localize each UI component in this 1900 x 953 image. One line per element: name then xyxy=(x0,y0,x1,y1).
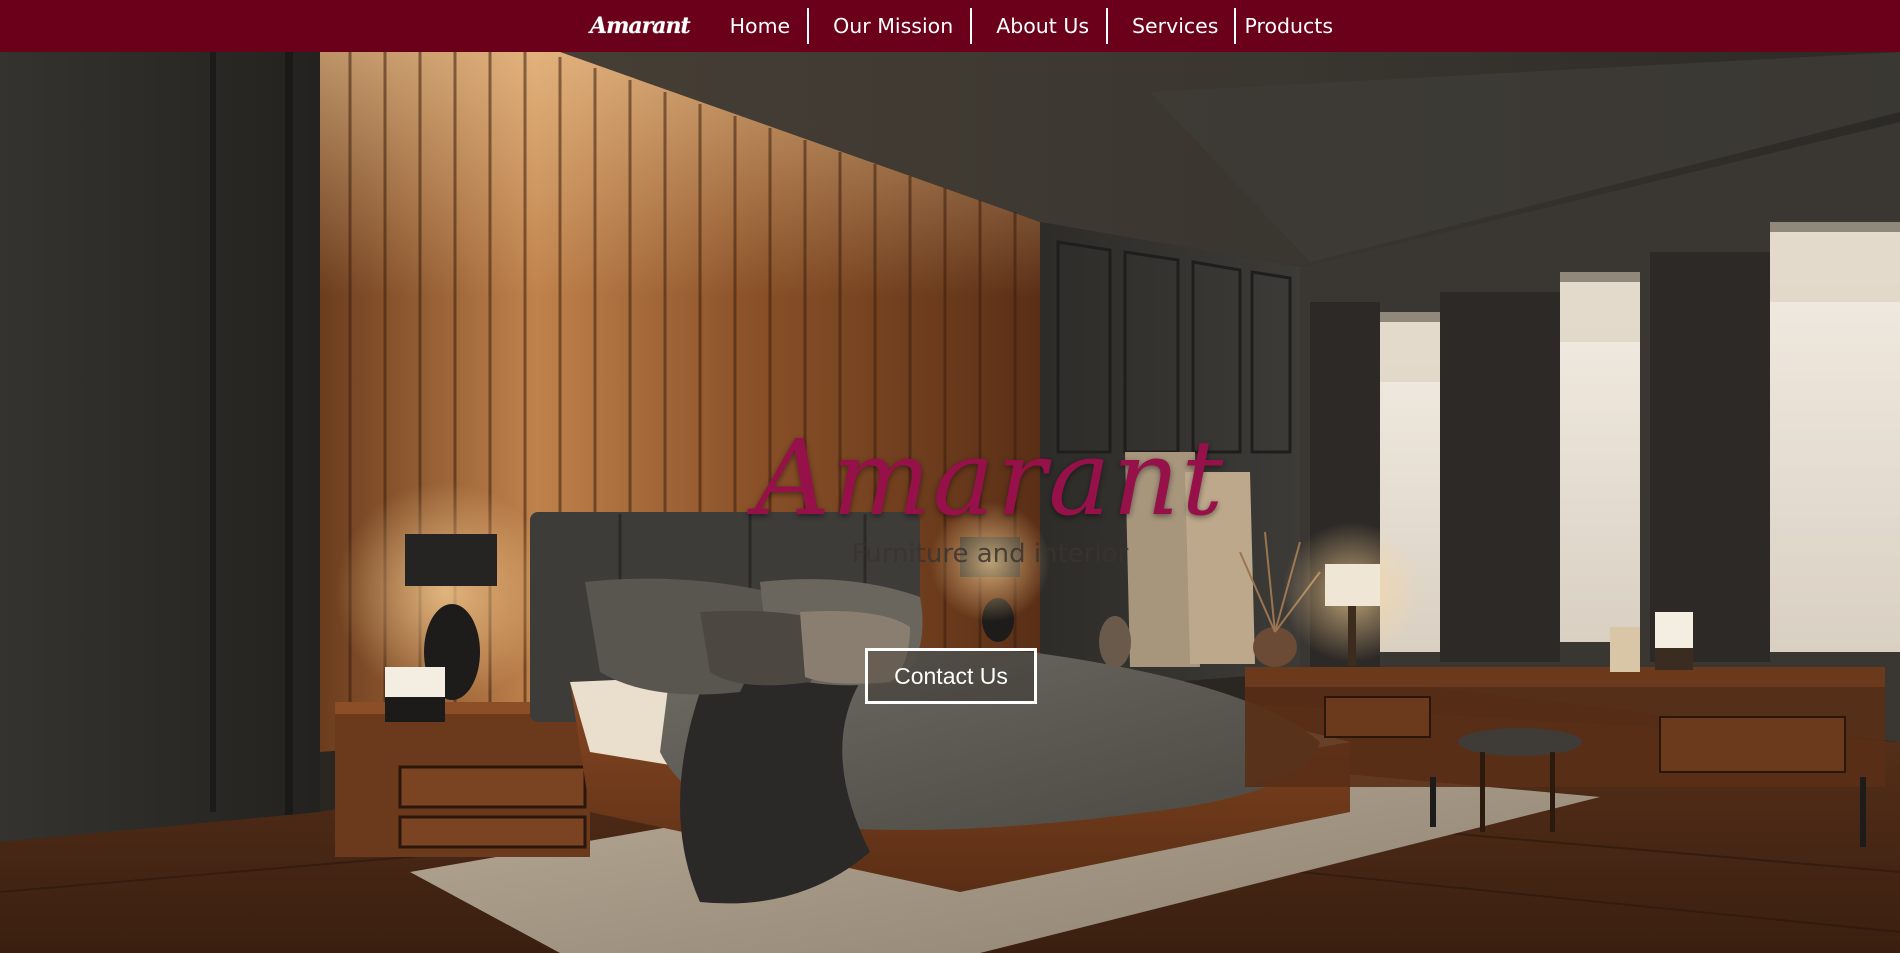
nav-menu: Amarant Home Our Mission About Us Servic… xyxy=(590,0,1333,52)
brand-logo[interactable]: Amarant xyxy=(590,13,691,39)
nav-item-about-us[interactable]: About Us xyxy=(972,8,1106,44)
nav-item-products[interactable]: Products xyxy=(1236,8,1333,44)
hero-title: Amarant xyxy=(754,417,1226,539)
top-navigation-bar: Amarant Home Our Mission About Us Servic… xyxy=(0,0,1900,52)
nav-item-our-mission[interactable]: Our Mission xyxy=(809,8,970,44)
hero-section: Amarant Furniture and interior Contact U… xyxy=(0,52,1900,953)
nav-item-home[interactable]: Home xyxy=(730,8,808,44)
nav-item-services[interactable]: Services xyxy=(1108,8,1234,44)
hero-subtitle: Furniture and interior xyxy=(851,539,1129,569)
contact-us-button[interactable]: Contact Us xyxy=(865,648,1037,704)
